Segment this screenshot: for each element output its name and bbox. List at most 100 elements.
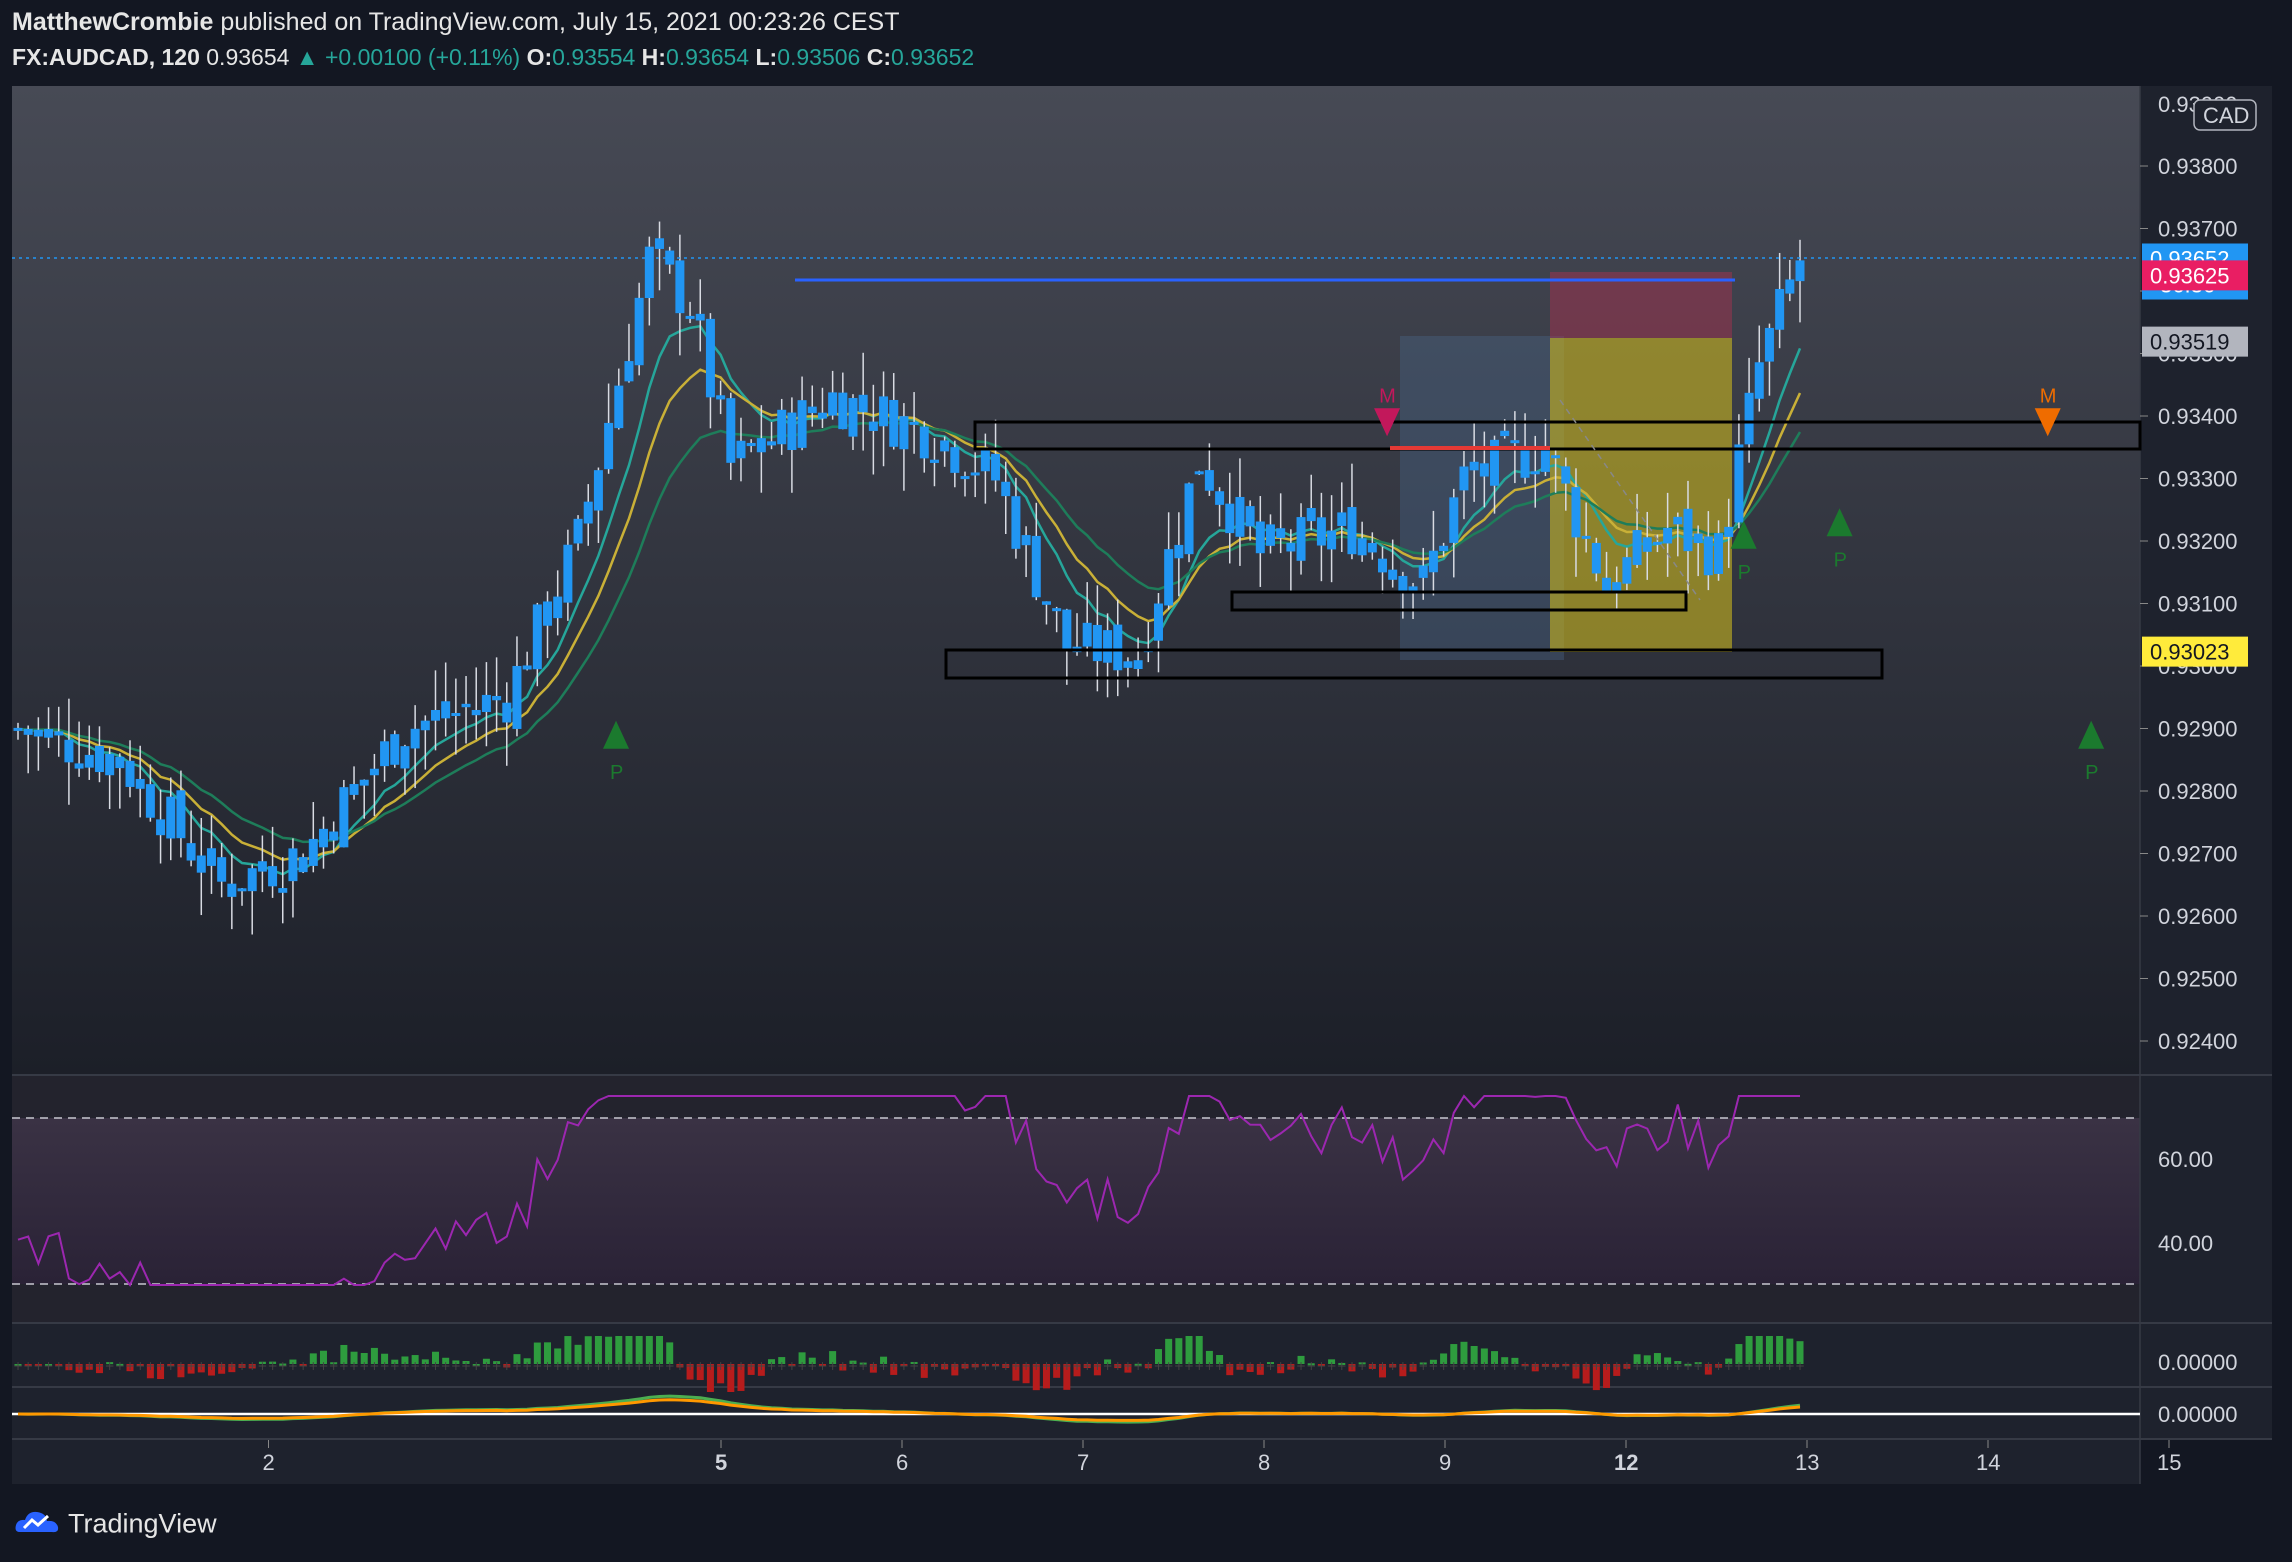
candle[interactable] [1612, 582, 1622, 591]
candle[interactable] [257, 861, 267, 872]
candle[interactable] [13, 727, 23, 731]
candle[interactable] [767, 441, 777, 446]
candle[interactable] [1194, 471, 1204, 475]
candle[interactable] [441, 701, 451, 719]
candle[interactable] [186, 843, 196, 861]
candle[interactable] [1357, 538, 1367, 556]
candle[interactable] [1062, 609, 1072, 651]
candle[interactable] [1591, 542, 1601, 574]
candle[interactable] [889, 399, 899, 447]
chart-canvas[interactable]: PPPPM M + + + + + + + + + + + + + + + + + + + + + + + + + + + + + + + + +… [0, 0, 2292, 1562]
candle[interactable] [410, 728, 420, 749]
candle[interactable] [1174, 544, 1184, 559]
candle[interactable] [1632, 530, 1642, 565]
candle[interactable] [899, 416, 909, 450]
candle[interactable] [736, 440, 746, 459]
candle[interactable] [543, 601, 553, 626]
candle[interactable] [64, 739, 74, 763]
candle[interactable] [1041, 601, 1051, 605]
candle[interactable] [380, 741, 390, 767]
candle[interactable] [1602, 577, 1612, 591]
candle[interactable] [369, 768, 379, 776]
candle[interactable] [1663, 527, 1673, 544]
candle[interactable] [991, 453, 1001, 481]
candle[interactable] [593, 470, 603, 511]
candle[interactable] [1418, 565, 1428, 578]
candle[interactable] [298, 857, 308, 873]
candle[interactable] [1571, 487, 1581, 538]
candle[interactable] [1561, 466, 1571, 484]
candle[interactable] [1469, 461, 1479, 471]
candle[interactable] [339, 787, 349, 848]
candle[interactable] [166, 796, 176, 839]
candle[interactable] [1510, 440, 1520, 444]
candle[interactable] [44, 729, 54, 738]
candle[interactable] [1316, 517, 1326, 546]
candle[interactable] [359, 779, 369, 786]
candle[interactable] [1479, 463, 1489, 477]
candle[interactable] [532, 604, 542, 670]
candle[interactable] [807, 406, 817, 414]
candle[interactable] [23, 728, 33, 735]
candle[interactable] [756, 438, 766, 453]
candle[interactable] [838, 392, 848, 430]
candle[interactable] [1153, 603, 1163, 641]
candle[interactable] [1734, 444, 1744, 523]
candle[interactable] [1673, 516, 1683, 525]
candle[interactable] [492, 695, 502, 701]
candle[interactable] [705, 318, 715, 398]
candle[interactable] [970, 472, 980, 476]
candle[interactable] [940, 440, 950, 452]
candle[interactable] [451, 713, 461, 717]
candle[interactable] [1581, 535, 1591, 539]
candle[interactable] [74, 763, 84, 769]
candle[interactable] [777, 409, 787, 445]
candle[interactable] [1724, 526, 1734, 537]
candle[interactable] [1367, 542, 1377, 553]
price-pane[interactable] [12, 86, 2140, 1074]
candle[interactable] [461, 703, 471, 708]
candle[interactable] [247, 868, 257, 892]
candle[interactable] [655, 238, 665, 249]
candle[interactable] [563, 544, 573, 603]
candle[interactable] [1693, 533, 1703, 544]
candle[interactable] [430, 710, 440, 721]
candle[interactable] [583, 501, 593, 524]
candle[interactable] [1184, 483, 1194, 555]
tradingview-logo[interactable]: TradingView [14, 1508, 217, 1543]
candle[interactable] [573, 518, 583, 544]
candle[interactable] [1398, 575, 1408, 593]
candle[interactable] [145, 784, 155, 818]
candle[interactable] [614, 385, 624, 429]
candle[interactable] [675, 260, 685, 314]
candle[interactable] [471, 709, 481, 716]
candle[interactable] [604, 422, 614, 470]
candle[interactable] [848, 398, 858, 437]
candle[interactable] [1011, 496, 1021, 549]
candle[interactable] [1551, 455, 1561, 459]
candle[interactable] [1785, 279, 1795, 294]
candle[interactable] [227, 883, 237, 897]
candle[interactable] [1683, 508, 1693, 552]
candle[interactable] [858, 394, 868, 413]
candle[interactable] [349, 784, 359, 795]
candle[interactable] [1031, 535, 1041, 598]
candle[interactable] [1113, 624, 1123, 671]
candle[interactable] [308, 838, 318, 866]
candle[interactable] [1642, 537, 1652, 552]
candle[interactable] [1703, 536, 1713, 576]
time-axis[interactable] [12, 1440, 2140, 1484]
candle[interactable] [217, 857, 227, 882]
candle[interactable] [156, 819, 166, 836]
candle[interactable] [695, 313, 705, 321]
candle[interactable] [1235, 496, 1245, 537]
candle[interactable] [1744, 392, 1754, 445]
candle[interactable] [278, 888, 288, 893]
candle[interactable] [288, 848, 298, 882]
candle[interactable] [1530, 471, 1540, 475]
candle[interactable] [115, 756, 125, 769]
candle[interactable] [1388, 569, 1398, 580]
candle[interactable] [1265, 524, 1275, 546]
candle[interactable] [909, 421, 919, 425]
candle[interactable] [268, 866, 278, 887]
